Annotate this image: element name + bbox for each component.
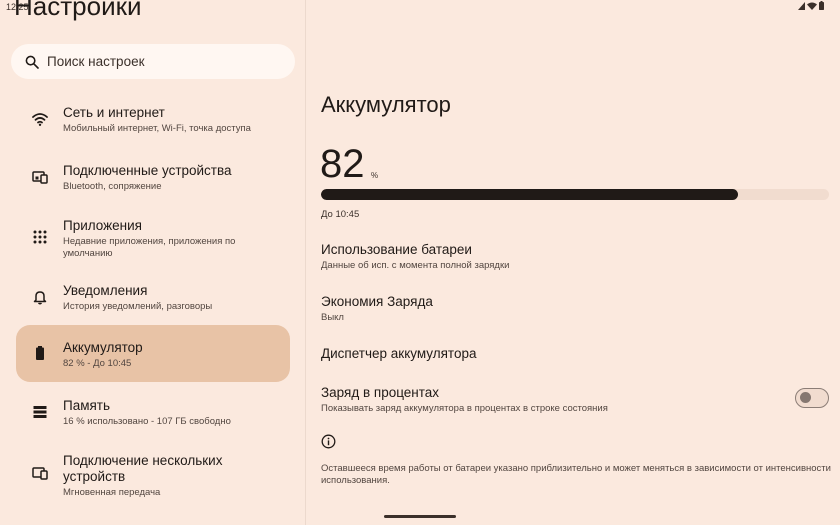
page-title: Настройки bbox=[14, 0, 142, 21]
battery-percent-sign: % bbox=[371, 171, 379, 180]
battery-icon bbox=[36, 346, 44, 360]
wifi-icon bbox=[32, 113, 48, 126]
sidebar-item-label: Память bbox=[63, 398, 111, 413]
sidebar-item-label: Сеть и интернет bbox=[63, 105, 165, 120]
sidebar-item-subtitle: 82 % - До 10:45 bbox=[63, 358, 132, 369]
item-subtitle: Данные об исп. с момента полной зарядки bbox=[321, 260, 510, 271]
sidebar-item-subtitle: Мобильный интернет, Wi-Fi, точка доступа bbox=[63, 123, 251, 134]
gesture-nav-handle[interactable] bbox=[384, 515, 456, 518]
sidebar-item-battery[interactable]: Аккумулятор 82 % - До 10:45 bbox=[16, 325, 290, 382]
signal-icon bbox=[798, 1, 805, 10]
sidebar-item-multi-device[interactable]: Подключение нескольких устройств Мгновен… bbox=[16, 446, 290, 504]
battery-status-icon bbox=[819, 1, 824, 10]
sidebar-item-subtitle: Bluetooth, сопряжение bbox=[63, 181, 162, 192]
battery-saver-item[interactable]: Экономия Заряда Выкл bbox=[321, 294, 781, 324]
sidebar-item-label: Уведомления bbox=[63, 283, 148, 298]
battery-page-title: Аккумулятор bbox=[321, 92, 451, 117]
battery-manager-item[interactable]: Диспетчер аккумулятора bbox=[321, 346, 781, 362]
pane-divider bbox=[305, 0, 306, 525]
info-icon bbox=[321, 434, 336, 449]
sidebar-item-notifications[interactable]: Уведомления История уведомлений, разгово… bbox=[16, 274, 290, 324]
sidebar-item-subtitle: История уведомлений, разговоры bbox=[63, 301, 213, 312]
item-label: Экономия Заряда bbox=[321, 294, 433, 309]
battery-usage-item[interactable]: Использование батареи Данные об исп. с м… bbox=[321, 242, 781, 272]
sidebar-item-label: Подключенные устройства bbox=[63, 163, 232, 178]
sidebar-item-apps[interactable]: Приложения Недавние приложения, приложен… bbox=[16, 210, 290, 270]
storage-icon bbox=[33, 406, 47, 418]
sidebar-item-label: Приложения bbox=[63, 218, 142, 233]
item-subtitle: Показывать заряд аккумулятора в процента… bbox=[321, 403, 608, 414]
item-label: Диспетчер аккумулятора bbox=[321, 346, 477, 361]
bell-icon bbox=[33, 291, 47, 305]
toggle-knob bbox=[800, 392, 811, 403]
battery-level-bar bbox=[321, 189, 829, 200]
battery-percentage-toggle[interactable] bbox=[795, 388, 829, 408]
battery-percentage-item[interactable]: Заряд в процентах Показывать заряд аккум… bbox=[321, 385, 781, 415]
devices-icon bbox=[32, 171, 48, 184]
battery-until-time: До 10:45 bbox=[321, 209, 360, 220]
sidebar-item-label: Подключение нескольких устройств bbox=[63, 453, 223, 484]
sidebar-item-storage[interactable]: Память 16 % использовано - 107 ГБ свобод… bbox=[16, 389, 290, 439]
sidebar-item-subtitle: Недавние приложения, приложения по умолч… bbox=[63, 236, 236, 259]
search-icon bbox=[25, 55, 39, 69]
status-icons bbox=[798, 1, 824, 10]
apps-icon bbox=[33, 230, 47, 244]
battery-footnote: Оставшееся время работы от батареи указа… bbox=[321, 463, 831, 486]
sidebar-item-subtitle: Мгновенная передача bbox=[63, 487, 161, 498]
item-label: Заряд в процентах bbox=[321, 385, 440, 400]
sidebar-item-label: Аккумулятор bbox=[63, 340, 143, 355]
sidebar-item-subtitle: 16 % использовано - 107 ГБ свободно bbox=[63, 416, 231, 427]
search-bar[interactable]: Поиск настроек bbox=[11, 44, 295, 79]
sidebar-item-connected-devices[interactable]: Подключенные устройства Bluetooth, сопря… bbox=[16, 154, 290, 204]
multi-device-icon bbox=[32, 467, 48, 480]
item-label: Использование батареи bbox=[321, 242, 472, 257]
item-subtitle: Выкл bbox=[321, 312, 344, 323]
search-placeholder: Поиск настроек bbox=[47, 54, 145, 69]
battery-percent: 82 bbox=[320, 142, 365, 186]
sidebar-item-network[interactable]: Сеть и интернет Мобильный интернет, Wi-F… bbox=[16, 96, 290, 146]
wifi-status-icon bbox=[807, 2, 817, 10]
battery-level-fill bbox=[321, 189, 738, 200]
